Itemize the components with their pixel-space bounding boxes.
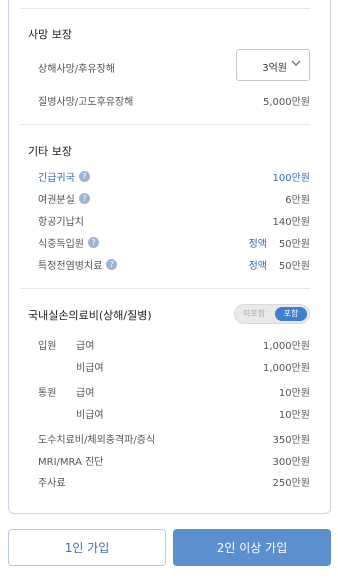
medical-value: 250만원 [272,478,311,489]
medical-row: 도수치료비/체외충격파/증식 350만원 [38,431,310,447]
row-hijack: 항공기납치 140만원 [38,213,310,229]
row-infectious-disease: 특정전염병치료? 정액 50만원 [38,257,310,273]
row-value: 5,000만원 [262,97,310,108]
row-label: 항공기납치 [38,217,84,228]
single-signup-button[interactable]: 1인 가입 [8,529,166,566]
toggle-option-exclude[interactable]: 미포함 [243,308,265,319]
medical-subtype: 급여 [76,341,95,352]
row-label: 상해사망/후유장해 [38,64,115,75]
medical-category: 주사료 [38,478,66,489]
medical-category: 입원 [38,341,57,352]
medical-category: 도수치료비/체외충격파/증식 [38,435,156,446]
row-illness-death: 질병사망/고도후유장해 5,000만원 [38,93,310,109]
row-value: 100만원 [272,173,311,184]
row-label: 특정전염병치료? [38,257,118,272]
section-title-death: 사망 보장 [28,28,72,41]
row-label: 식중독입원? [38,235,99,250]
help-icon[interactable]: ? [88,237,99,248]
row-value: 50만원 [278,239,310,250]
toggle-option-include[interactable]: 포함 [275,307,307,321]
divider [20,124,310,125]
medical-category: MRI/MRA 진단 [38,457,104,468]
row-passport-loss: 여권분실? 6만원 [38,191,310,207]
medical-value: 350만원 [272,435,311,446]
coverage-amount-select[interactable]: 3억원 [236,49,310,81]
row-label: 긴급귀국? [38,169,90,184]
multi-signup-button[interactable]: 2인 이상 가입 [173,529,331,566]
medical-row: 입원 급여 1,000만원 [38,337,310,353]
row-value: 50만원 [278,261,310,272]
chevron-down-icon [291,60,301,66]
medical-row: 비급여 10만원 [38,406,310,422]
section-title-medical: 국내실손의료비(상해/질병) [28,309,152,322]
row-emergency-return: 긴급귀국? 100만원 [38,169,310,185]
row-food-poisoning: 식중독입원? 정액 50만원 [38,235,310,251]
medical-value: 1,000만원 [262,363,310,374]
row-value: 6만원 [285,195,310,206]
row-value: 140만원 [272,217,311,228]
divider [20,8,310,9]
help-icon[interactable]: ? [78,171,90,182]
medical-subtype: 비급여 [76,410,104,421]
row-label: 질병사망/고도후유장해 [38,97,134,108]
medical-value: 10만원 [278,388,310,399]
include-toggle[interactable]: 미포함 포함 [234,304,310,324]
divider [20,288,310,289]
medical-row: MRI/MRA 진단 300만원 [38,453,310,469]
section-title-other: 기타 보장 [28,145,72,158]
medical-subtype: 비급여 [76,363,104,374]
help-icon[interactable]: ? [106,259,118,270]
medical-value: 1,000만원 [262,341,310,352]
select-value: 3억원 [262,63,287,74]
medical-value: 300만원 [272,457,311,468]
medical-row: 비급여 1,000만원 [38,359,310,375]
medical-category: 통원 [38,388,57,399]
medical-value: 10만원 [278,410,310,421]
fixed-amount-tag: 정액 [248,261,267,272]
row-label: 여권분실? [38,191,90,206]
fixed-amount-tag: 정액 [248,239,267,250]
medical-row: 통원 급여 10만원 [38,384,310,400]
help-icon[interactable]: ? [78,193,90,204]
medical-subtype: 급여 [76,388,95,399]
medical-row: 주사료 250만원 [38,474,310,490]
